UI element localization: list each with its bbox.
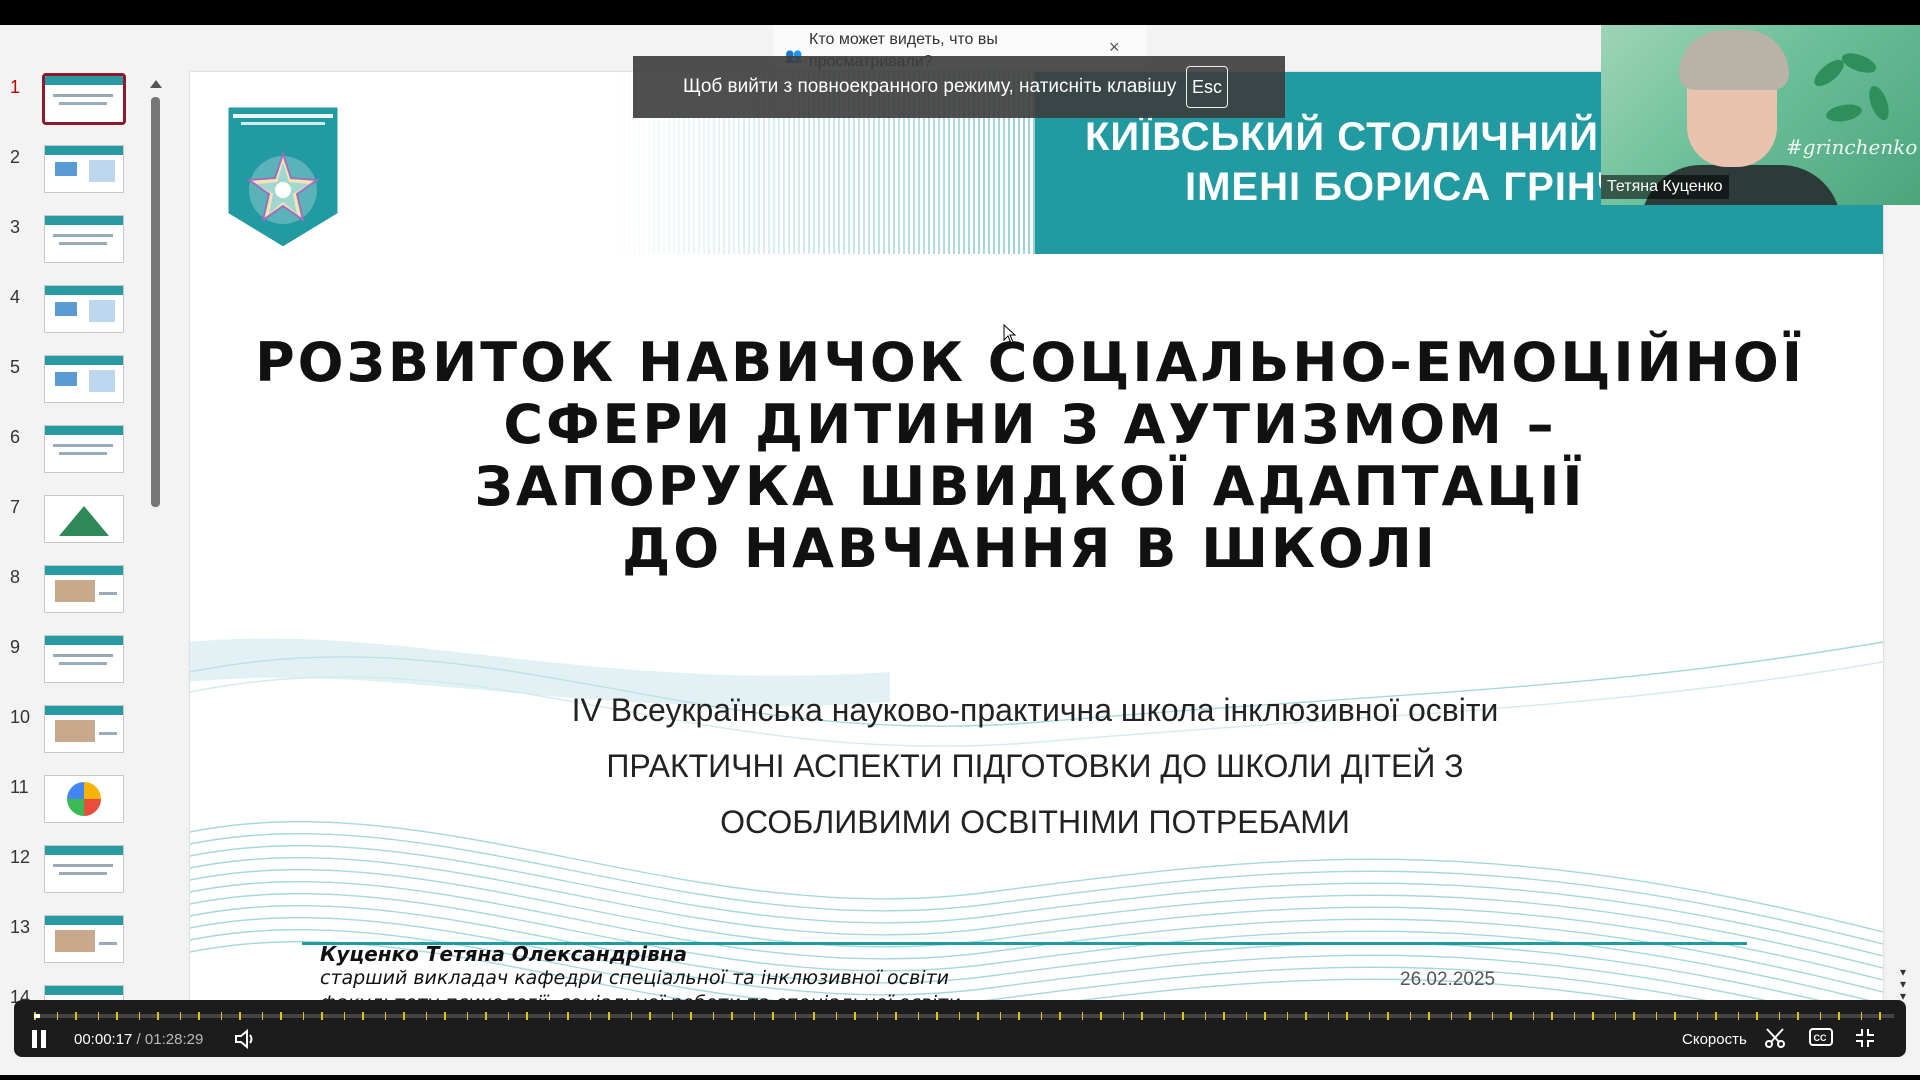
slide-number: 6: [10, 427, 21, 447]
subtitle-line: ОСОБЛИВИМИ ОСВІТНІМИ ПОТРЕБАМИ: [720, 804, 1350, 840]
chevron-down-icon[interactable]: ▾ ▾ ▾: [1900, 966, 1914, 1002]
exit-fullscreen-icon: [1856, 1029, 1874, 1047]
sidebar-scrollbar-thumb[interactable]: [151, 97, 160, 507]
slide-number: 4: [10, 287, 21, 307]
svg-text:CC: CC: [1814, 1033, 1827, 1043]
leaf-decoration: [1824, 101, 1864, 125]
participant-hair: [1679, 30, 1789, 90]
slide-thumbnail-preview: [44, 915, 124, 963]
video-player-controls: 00:00:17 / 01:28:29 Скорость CC: [14, 1000, 1906, 1057]
slide-thumbnail[interactable]: 8: [0, 565, 150, 625]
pause-button[interactable]: [32, 1030, 48, 1048]
slide-thumbnail-sidebar: 1 2 3 4 5 6 7 8 9 10 11 12 13 14: [0, 25, 170, 1025]
mouse-cursor-icon: [1003, 324, 1017, 344]
slide-thumbnail[interactable]: 4: [0, 285, 150, 345]
progress-markers: [34, 1012, 1894, 1020]
slide-thumbnail-preview: [44, 145, 124, 193]
slide-thumbnail-preview: [44, 215, 124, 263]
slide-thumbnail[interactable]: 9: [0, 635, 150, 695]
slide-thumbnail[interactable]: 11: [0, 775, 150, 835]
slide-number: 11: [10, 777, 29, 797]
slide-subtitle: IV Всеукраїнська науково-практична школа…: [310, 682, 1760, 850]
slide-thumbnail-preview: [44, 355, 124, 403]
closed-captions-icon: CC: [1809, 1028, 1833, 1046]
subtitle-line: IV Всеукраїнська науково-практична школа…: [571, 692, 1499, 728]
video-background-hashtag: #grinchenko: [1786, 135, 1918, 159]
time-separator: /: [132, 1031, 145, 1048]
slide-thumbnail[interactable]: 7: [0, 495, 150, 555]
scroll-up-arrow-icon[interactable]: [150, 80, 162, 88]
total-duration: 01:28:29: [144, 1031, 204, 1048]
slide-main-title: РОЗВИТОК НАВИЧОК СОЦІАЛЬНО-ЕМОЦІЙНОЇ СФЕ…: [250, 332, 1810, 580]
progress-bar[interactable]: [34, 1012, 1894, 1020]
slide-number: 8: [10, 567, 21, 587]
exit-fullscreen-button[interactable]: [1854, 1027, 1876, 1055]
author-position: старший викладач кафедри спеціальної та …: [320, 967, 949, 989]
clip-scissors-button[interactable]: [1764, 1027, 1786, 1055]
scissors-icon: [1765, 1028, 1785, 1048]
slide-number: 1: [10, 77, 21, 97]
title-line: ДО НАВЧАННЯ В ШКОЛІ: [622, 517, 1438, 580]
slide-thumbnail[interactable]: 3: [0, 215, 150, 275]
slide-thumbnail[interactable]: 1: [0, 73, 150, 135]
current-slide: КИЇВСЬКИЙ СТОЛИЧНИЙ УНІВЕРСИТЕТ ІМЕНІ БО…: [190, 72, 1883, 1020]
title-line: ЗАПОРУКА ШВИДКОЇ АДАПТАЦІЇ: [474, 455, 1586, 518]
speaker-icon: [235, 1028, 253, 1050]
slide-thumbnail[interactable]: 10: [0, 705, 150, 765]
bottom-black-bar: [0, 1075, 1920, 1080]
participant-name-tag: Тетяна Куценко: [1601, 175, 1729, 199]
fullscreen-exit-text: Щоб вийти з повноекранного режиму, натис…: [683, 76, 1177, 97]
fullscreen-exit-toast: Щоб вийти з повноекранного режиму, натис…: [633, 56, 1285, 118]
progress-fill: [34, 1014, 40, 1018]
slide-thumbnail-preview: [44, 635, 124, 683]
time-display: 00:00:17 / 01:28:29: [74, 1031, 203, 1048]
university-logo-shield: [225, 104, 341, 250]
close-icon[interactable]: ×: [1109, 37, 1120, 58]
slide-thumbnail-preview: [44, 845, 124, 893]
slide-thumbnail-preview: [42, 73, 126, 125]
slide-number: 5: [10, 357, 21, 377]
slide-number: 13: [10, 917, 31, 937]
slide-thumbnail-preview: [44, 775, 124, 823]
title-line: РОЗВИТОК НАВИЧОК СОЦІАЛЬНО-ЕМОЦІЙНОЇ: [255, 331, 1805, 394]
slide-thumbnail[interactable]: 13: [0, 915, 150, 975]
slide-number: 7: [10, 497, 21, 517]
volume-button[interactable]: [234, 1028, 258, 1056]
slide-thumbnail-preview: [44, 495, 124, 543]
slide-thumbnail[interactable]: 6: [0, 425, 150, 485]
title-line: СФЕРИ ДИТИНИ З АУТИЗМОМ –: [503, 393, 1557, 456]
slide-thumbnail[interactable]: 5: [0, 355, 150, 415]
slide-thumbnail[interactable]: 2: [0, 145, 150, 205]
slide-thumbnail[interactable]: 12: [0, 845, 150, 905]
top-black-bar: [0, 0, 1920, 25]
slide-number: 2: [10, 147, 21, 167]
slide-number: 12: [10, 847, 31, 867]
slide-thumbnail-preview: [44, 565, 124, 613]
slide-thumbnail-preview: [44, 705, 124, 753]
pause-icon: [32, 1030, 37, 1048]
pause-icon: [41, 1030, 46, 1048]
leaf-decoration: [1839, 49, 1879, 77]
current-time: 00:00:17: [74, 1031, 133, 1048]
captions-button[interactable]: CC: [1809, 1027, 1833, 1053]
leaf-decoration: [1865, 83, 1893, 123]
esc-key-badge: Esc: [1186, 66, 1228, 108]
subtitle-line: ПРАКТИЧНІ АСПЕКТИ ПІДГОТОВКИ ДО ШКОЛИ ДІ…: [606, 748, 1464, 784]
slide-number: 9: [10, 637, 21, 657]
slide-number: 10: [10, 707, 31, 727]
slide-thumbnail-preview: [44, 285, 124, 333]
slide-thumbnail-preview: [44, 425, 124, 473]
presentation-date: 26.02.2025: [1400, 969, 1496, 990]
author-name: Куценко Тетяна Олександрівна: [320, 942, 688, 966]
speed-button[interactable]: Скорость: [1682, 1031, 1747, 1048]
slide-number: 3: [10, 217, 21, 237]
participant-video[interactable]: #grinchenko Тетяна Куценко: [1601, 25, 1920, 205]
